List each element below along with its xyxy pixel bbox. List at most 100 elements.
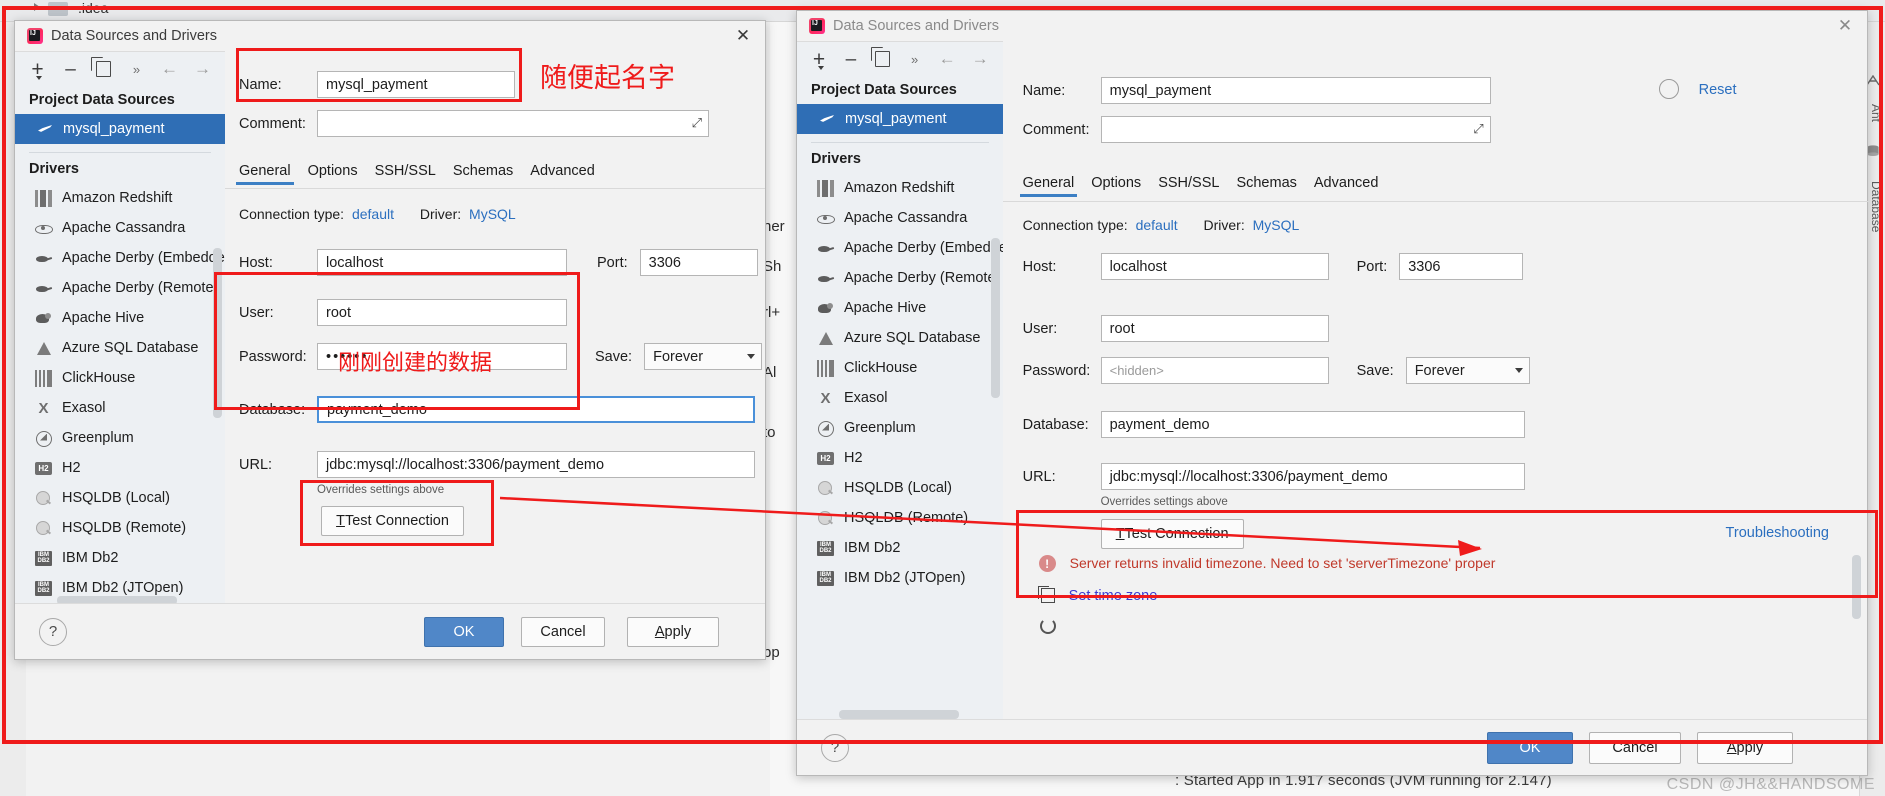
driver-item[interactable]: IBM DB2 IBM Db2: [797, 533, 1003, 563]
forward-icon[interactable]: →: [194, 59, 211, 78]
add-icon[interactable]: [811, 50, 827, 70]
sources-toolbar[interactable]: » ← →: [797, 42, 1003, 76]
url-input[interactable]: jdbc:mysql://localhost:3306/payment_demo: [1100, 463, 1525, 490]
tab-options[interactable]: Options: [308, 163, 358, 185]
cancel-button[interactable]: Cancel: [1589, 731, 1681, 764]
tree-expand-arrow-icon[interactable]: [34, 3, 40, 11]
driver-value[interactable]: MySQL: [469, 206, 516, 222]
right-pane-scrollbar[interactable]: [990, 238, 1000, 398]
user-input[interactable]: root: [317, 299, 567, 326]
tab-advanced[interactable]: Advanced: [530, 163, 595, 185]
driver-item[interactable]: X Exasol: [15, 393, 225, 423]
name-input[interactable]: mysql_payment: [317, 71, 515, 98]
connection-type-value[interactable]: default: [352, 206, 394, 222]
help-button[interactable]: ?: [39, 617, 67, 646]
test-connection-button[interactable]: TTest Connection: [321, 506, 464, 536]
error-panel-scrollbar[interactable]: [1852, 555, 1861, 619]
url-input[interactable]: jdbc:mysql://localhost:3306/payment_demo: [317, 451, 755, 478]
drivers-list[interactable]: Amazon Redshift Apache Cassandra Apache De…: [797, 173, 1003, 593]
apply-button[interactable]: Apply: [1697, 731, 1793, 764]
tab-general[interactable]: General: [1019, 175, 1077, 197]
ok-button[interactable]: OK: [1487, 731, 1573, 764]
troubleshooting-link[interactable]: Troubleshooting: [1726, 525, 1829, 541]
set-time-zone-link[interactable]: Set time zone: [1069, 588, 1158, 604]
right-data-sources-dialog[interactable]: Data Sources and Drivers ✕ » ← → Project…: [796, 10, 1869, 776]
remove-icon[interactable]: [843, 50, 859, 68]
reset-link[interactable]: Reset: [1699, 82, 1737, 98]
driver-item[interactable]: X Exasol: [797, 383, 1003, 413]
drivers-list[interactable]: Amazon Redshift Apache Cassandra Apache De…: [15, 183, 225, 603]
driver-item[interactable]: H2 H2: [797, 443, 1003, 473]
forward-icon[interactable]: →: [972, 49, 989, 68]
password-input[interactable]: <hidden>: [1100, 357, 1329, 384]
back-icon[interactable]: ←: [939, 49, 956, 68]
more-icon[interactable]: »: [128, 60, 145, 78]
tab-schemas[interactable]: Schemas: [453, 163, 513, 185]
copy-icon[interactable]: [875, 50, 891, 68]
port-input[interactable]: 3306: [1399, 253, 1524, 280]
driver-item[interactable]: Azure SQL Database: [15, 333, 225, 363]
host-input[interactable]: localhost: [1100, 253, 1329, 280]
tab-ssh-ssl[interactable]: SSH/SSL: [1158, 175, 1219, 197]
driver-item[interactable]: Amazon Redshift: [797, 173, 1003, 203]
driver-item[interactable]: Apache Hive: [15, 303, 225, 333]
data-source-item-mysql-payment[interactable]: mysql_payment: [797, 104, 1003, 134]
save-select[interactable]: Forever: [644, 343, 763, 370]
expand-icon[interactable]: ⤢: [692, 115, 702, 131]
tab-options[interactable]: Options: [1091, 175, 1141, 197]
driver-item[interactable]: Azure SQL Database: [797, 323, 1003, 353]
tab-ssh-ssl[interactable]: SSH/SSL: [375, 163, 436, 185]
comment-input[interactable]: ⤢: [317, 110, 709, 137]
help-button[interactable]: ?: [821, 733, 849, 762]
driver-item[interactable]: ClickHouse: [15, 363, 225, 393]
project-tree-idea-label[interactable]: .idea: [78, 0, 108, 16]
driver-item[interactable]: Apache Derby (Embedded): [797, 233, 1003, 263]
driver-item[interactable]: HSQLDB (Local): [15, 483, 225, 513]
copy-icon[interactable]: [1037, 586, 1055, 603]
driver-item[interactable]: ClickHouse: [797, 353, 1003, 383]
driver-item[interactable]: Apache Derby (Remote): [15, 273, 225, 303]
save-select[interactable]: Forever: [1405, 357, 1530, 384]
right-pane-hscrollbar[interactable]: [839, 710, 959, 719]
driver-item[interactable]: Apache Derby (Remote): [797, 263, 1003, 293]
remove-icon[interactable]: [62, 60, 79, 78]
driver-item[interactable]: Apache Derby (Embedded): [15, 243, 225, 273]
close-icon[interactable]: ✕: [1823, 11, 1867, 41]
add-icon[interactable]: [29, 60, 46, 80]
database-input[interactable]: payment_demo: [317, 396, 755, 423]
data-source-item-mysql-payment[interactable]: mysql_payment: [15, 114, 225, 144]
tab-general[interactable]: General: [236, 163, 294, 185]
history-icon[interactable]: [1039, 618, 1056, 634]
left-pane-scrollbar[interactable]: [213, 248, 222, 418]
back-icon[interactable]: ←: [161, 59, 178, 78]
port-input[interactable]: 3306: [639, 249, 758, 276]
expand-icon[interactable]: ⤢: [1473, 121, 1483, 137]
settings-tabs[interactable]: General Options SSH/SSL Schemas Advanced: [1019, 175, 1379, 197]
connection-type-value[interactable]: default: [1136, 217, 1178, 233]
comment-input[interactable]: ⤢: [1100, 116, 1491, 143]
driver-item[interactable]: HSQLDB (Remote): [797, 503, 1003, 533]
close-icon[interactable]: ✕: [721, 21, 765, 51]
driver-item[interactable]: H2 H2: [15, 453, 225, 483]
driver-item[interactable]: Apache Hive: [797, 293, 1003, 323]
driver-item[interactable]: HSQLDB (Local): [797, 473, 1003, 503]
driver-item[interactable]: Apache Cassandra: [15, 213, 225, 243]
driver-item[interactable]: IBM DB2 IBM Db2 (JTOpen): [797, 563, 1003, 593]
apply-button[interactable]: Apply: [627, 616, 719, 647]
more-icon[interactable]: »: [907, 50, 923, 68]
driver-item[interactable]: Amazon Redshift: [15, 183, 225, 213]
driver-item[interactable]: IBM DB2 IBM Db2: [15, 543, 225, 573]
left-dialog-form-pane[interactable]: Name: mysql_payment Reset Comment: ⤢ Gen…: [225, 51, 968, 605]
right-sources-pane[interactable]: » ← → Project Data Sources mysql_payment…: [797, 41, 1003, 719]
driver-item[interactable]: Greenplum: [797, 413, 1003, 443]
left-data-sources-dialog[interactable]: Data Sources and Drivers ✕ » ← → Project…: [14, 20, 968, 660]
tab-advanced[interactable]: Advanced: [1314, 175, 1379, 197]
driver-item[interactable]: Apache Cassandra: [797, 203, 1003, 233]
name-input[interactable]: mysql_payment: [1100, 77, 1491, 104]
user-input[interactable]: root: [1100, 315, 1329, 342]
sources-toolbar[interactable]: » ← →: [15, 52, 225, 86]
left-sources-pane[interactable]: » ← → Project Data Sources mysql_payment…: [15, 51, 225, 605]
tab-schemas[interactable]: Schemas: [1236, 175, 1296, 197]
settings-tabs[interactable]: General Options SSH/SSL Schemas Advanced: [236, 163, 595, 185]
driver-value[interactable]: MySQL: [1253, 217, 1300, 233]
